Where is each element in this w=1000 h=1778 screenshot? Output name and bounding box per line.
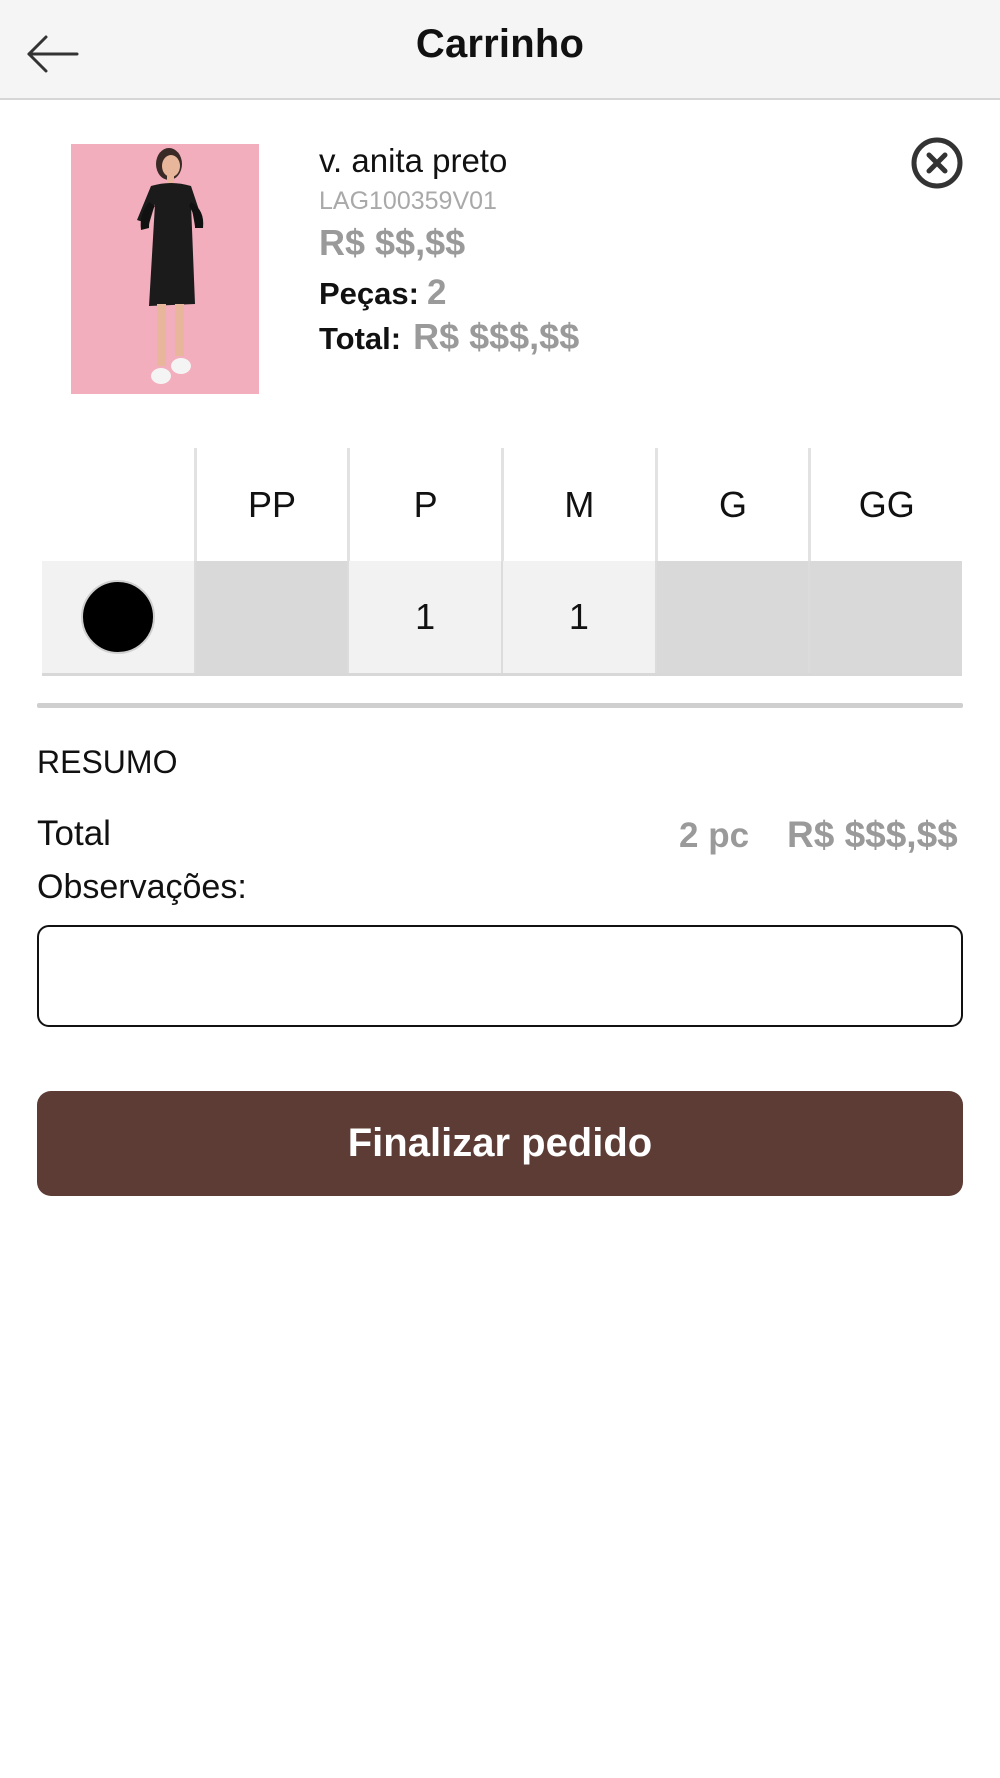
quantity-cell-unavailable: [808, 561, 963, 673]
product-total-label: Total:: [319, 321, 402, 356]
quantity-cell-unavailable: [654, 561, 809, 673]
product-sku: LAG100359V01: [319, 187, 497, 215]
summary-total-label: Total: [37, 814, 111, 853]
product-name: v. anita preto: [319, 142, 508, 179]
color-cell: [42, 561, 194, 673]
size-header: P: [347, 448, 501, 561]
close-circle-icon: [911, 137, 963, 189]
notes-input[interactable]: [37, 925, 963, 1027]
quantity-cell[interactable]: 1: [347, 561, 502, 673]
size-header: GG: [808, 448, 962, 561]
quantity-cell[interactable]: 1: [501, 561, 655, 673]
summary-total-amount: R$ $$$,$$: [787, 814, 958, 855]
top-bar: Carrinho: [0, 0, 1000, 100]
pieces-value: 2: [426, 273, 447, 312]
pieces-row: Peças: 2: [319, 273, 446, 313]
product-image: [71, 144, 259, 394]
dress-photo: [71, 144, 259, 394]
page-title: Carrinho: [415, 22, 585, 66]
size-header: PP: [193, 448, 348, 561]
size-header: M: [501, 448, 655, 561]
size-grid-corner: [42, 448, 194, 561]
remove-item-button[interactable]: [910, 136, 964, 190]
summary-title: RESUMO: [37, 744, 178, 780]
summary-piece-count: 2 pc: [679, 816, 750, 855]
size-header: G: [654, 448, 809, 561]
product-total-row: Total: R$ $$$,$$: [319, 316, 579, 358]
section-divider: [37, 703, 963, 708]
quantity-cell-unavailable: [193, 561, 348, 673]
product-total-value: R$ $$$,$$: [413, 316, 580, 357]
finalize-order-button[interactable]: Finalizar pedido: [37, 1091, 963, 1196]
size-grid-row: 1 1: [42, 561, 963, 676]
size-grid: PP P M G GG 1 1: [42, 448, 963, 676]
notes-label: Observações:: [37, 868, 247, 906]
color-swatch: [80, 580, 155, 654]
pieces-label: Peças:: [319, 276, 419, 311]
size-grid-header: PP P M G GG: [42, 448, 962, 561]
product-price: R$ $$,$$: [319, 222, 466, 263]
